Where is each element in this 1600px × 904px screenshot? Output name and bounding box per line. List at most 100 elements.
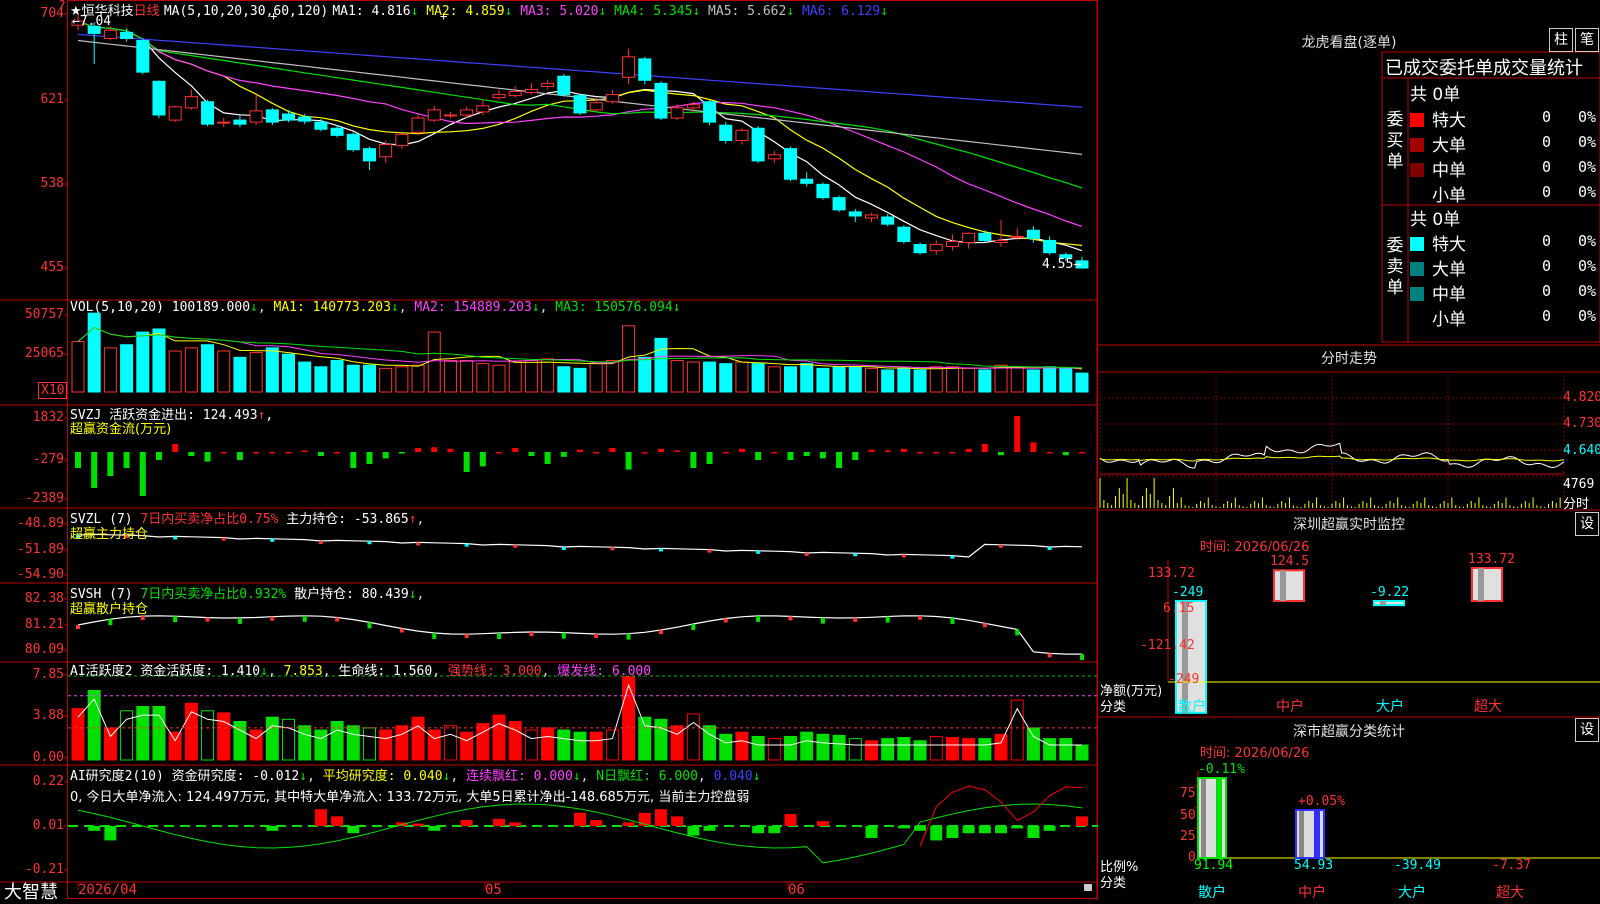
buy-name: 小单 [1432, 186, 1466, 206]
activity-bar [427, 729, 441, 761]
volume-bar [929, 366, 943, 393]
research-bar [816, 821, 829, 826]
lock-icon[interactable] [1084, 884, 1092, 891]
activity-bar [881, 738, 895, 761]
candle [508, 91, 522, 97]
volume-bar [201, 344, 215, 393]
activity-bar [136, 705, 150, 761]
ma-line-1 [77, 20, 1083, 252]
retail-holding-mark [237, 617, 242, 624]
research-bar [784, 814, 797, 826]
szm-axis-1: 6.15 [1163, 601, 1195, 616]
activity-bar [945, 737, 959, 761]
research-bar [930, 826, 943, 841]
research-bar [865, 826, 878, 838]
candle [784, 148, 798, 180]
volume-bar [784, 366, 798, 393]
money-flow-bar [900, 448, 907, 452]
volume-bar [362, 364, 376, 393]
sz-stats-settings-button[interactable]: 设 [1575, 718, 1599, 742]
money-flow-bar [155, 452, 162, 460]
retail-holding-mark [302, 615, 307, 622]
candle [379, 144, 393, 158]
intraday-title: 分时走势 [1321, 351, 1377, 367]
volume-bar [492, 364, 506, 393]
svzl-axis-bot: -54.90 [17, 567, 64, 582]
szs-axis-1: 50 [1180, 808, 1196, 823]
research-bar [897, 826, 910, 829]
tick-view-button[interactable]: 笔 [1575, 28, 1599, 52]
main-chart-area[interactable]: + + ★恒华科技日线 MA(5,10,20,30,60,120) MA1: 4.… [0, 0, 1098, 903]
sz-monitor-bar [1471, 567, 1503, 602]
activity-bar [638, 716, 652, 761]
money-flow-bar [706, 452, 713, 464]
volume-bar [168, 350, 182, 393]
period-label[interactable]: 日线 [134, 4, 160, 19]
svzj-axis-top: 1832 [32, 410, 64, 425]
retail-holding-mark [529, 632, 534, 637]
activity-bar [605, 729, 619, 761]
color-swatch-icon [1410, 113, 1424, 127]
money-flow-bar [204, 452, 211, 462]
money-flow-bar [998, 452, 1005, 456]
retail-holding-mark [626, 633, 631, 640]
buy-name: 中单 [1432, 161, 1466, 181]
szs-bar-retail-edge [1216, 778, 1222, 858]
volume-bar [427, 331, 441, 393]
main-holding-mark [999, 544, 1004, 548]
volume-bar [476, 363, 490, 393]
volume-bar [816, 367, 830, 393]
svsh-axis-mid: 81.21 [24, 617, 64, 632]
money-flow-bar [285, 452, 292, 454]
ma-params: MA(5,10,20,30,60,120) [163, 4, 329, 19]
szm-axis-0: 133.72 [1148, 566, 1195, 581]
candle [751, 127, 765, 162]
retail-holding-mark [950, 618, 955, 625]
activity-bar [71, 708, 85, 761]
k-axis-704: 704 [40, 6, 64, 21]
volume-bar [443, 359, 457, 393]
research-bar [88, 826, 101, 831]
k-axis-538: 538 [40, 176, 64, 191]
main-holding-mark [950, 555, 955, 559]
right-panel-svg [1098, 51, 1600, 859]
candle [120, 31, 134, 39]
activity-bar [897, 737, 911, 761]
buy-pct: 0% [1578, 158, 1597, 176]
activity-bar [282, 718, 296, 761]
x-axis-jun: 06 [788, 882, 805, 898]
activity-bar [557, 729, 571, 761]
vol-unit-badge[interactable]: X10 [38, 382, 68, 399]
money-flow-bar [1046, 452, 1053, 454]
activity-bar [654, 718, 668, 761]
szs-bar-retail-shade [1201, 778, 1206, 858]
intraday-vol: 4769 [1563, 477, 1595, 492]
volume-bar [719, 363, 733, 393]
sz-monitor-time: 时间: 2026/06/26 [1200, 540, 1310, 555]
candle [703, 101, 717, 123]
candle [735, 129, 749, 141]
szm-axis-3: -249 [1168, 672, 1200, 687]
bar-view-button[interactable]: 柱 [1549, 28, 1573, 52]
brand-logo[interactable]: 大智慧 [4, 878, 58, 904]
lhb-tab[interactable]: 已成交委托单成交量统计 [1385, 54, 1583, 80]
research-bar [671, 816, 684, 826]
sz-monitor-settings-button[interactable]: 设 [1575, 512, 1599, 536]
buy-side-label: 委买单 [1386, 110, 1404, 172]
main-holding-mark [513, 544, 518, 548]
color-swatch-icon [1410, 237, 1424, 251]
ma-value-3: MA3: 5.020↓ [512, 4, 607, 19]
sz-stats-title: 深市超赢分类统计 [1293, 724, 1405, 740]
volume-bar [460, 359, 474, 393]
candle [897, 226, 911, 242]
candle [1043, 239, 1057, 254]
candle [686, 104, 700, 109]
activity-bar [832, 734, 846, 761]
activity-bar [589, 731, 603, 761]
money-flow-bar [366, 452, 373, 464]
money-flow-bar [1014, 416, 1021, 452]
sell-name: 大单 [1432, 260, 1466, 280]
candle [654, 82, 668, 119]
money-flow-bar [301, 450, 308, 452]
retail-holding-mark [399, 628, 404, 633]
